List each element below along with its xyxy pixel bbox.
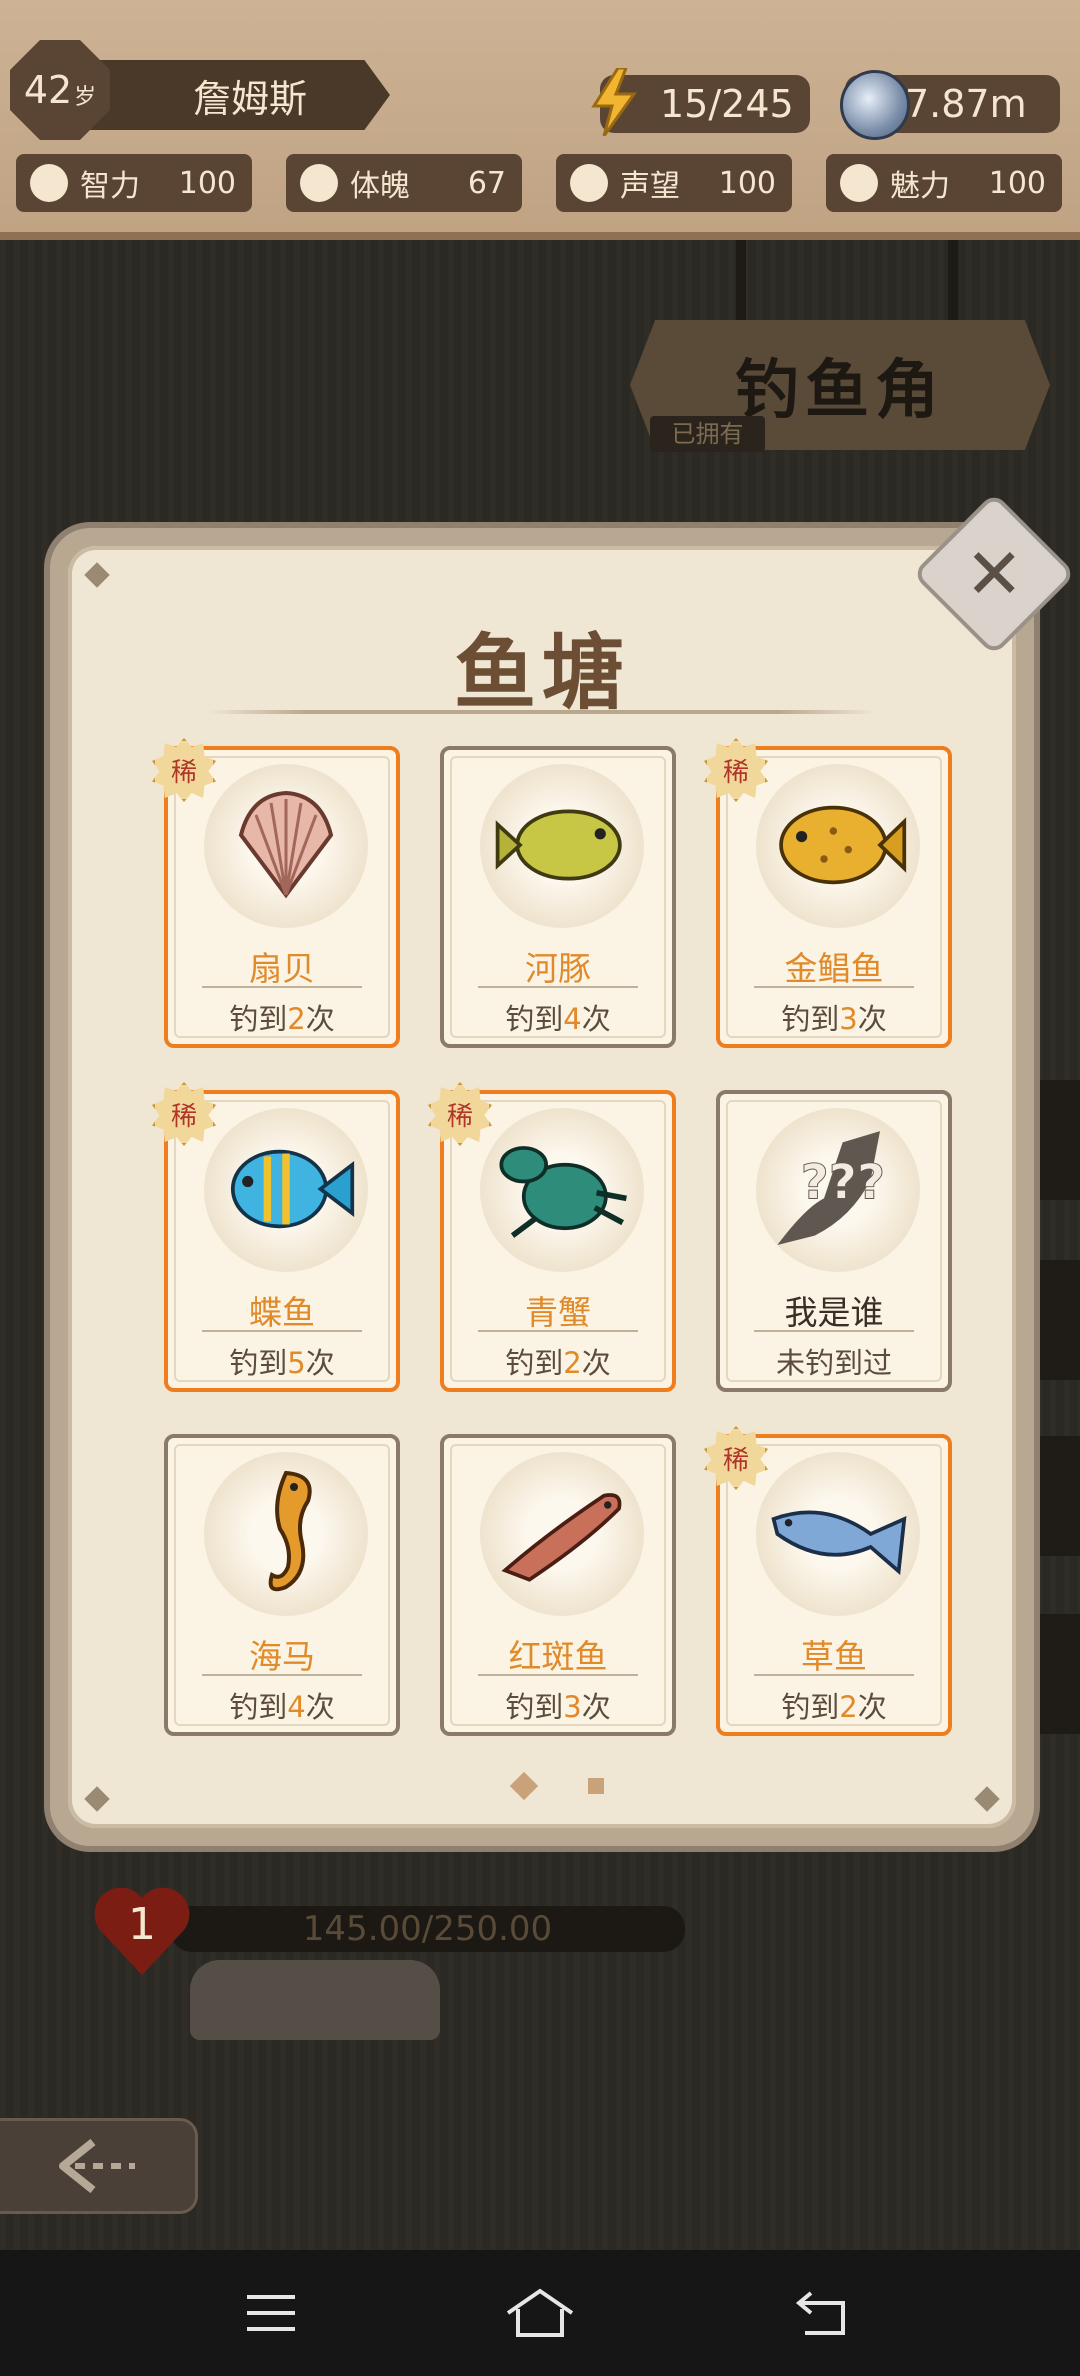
home-icon <box>506 2288 574 2337</box>
side-tab[interactable] <box>1034 1260 1080 1380</box>
age-badge: 42 岁 <box>10 40 110 140</box>
fish-card-seahorse[interactable]: 海马 钓到4次 <box>164 1434 400 1736</box>
catch-count: 钓到2次 <box>229 1002 335 1036</box>
health-text: 145.00/250.00 <box>302 1909 553 1949</box>
fish-card-golden-pomfret[interactable]: 稀 金鲳鱼 钓到3次 <box>704 738 952 1048</box>
page-indicator <box>68 1771 1016 1801</box>
stat-label: 声望 <box>620 169 680 204</box>
back-arrow-icon <box>58 2138 135 2194</box>
fish-card-grass-carp[interactable]: 稀 草鱼 钓到2次 <box>704 1426 952 1736</box>
page-dot-active[interactable] <box>509 1771 539 1801</box>
modal-title: 鱼塘 <box>453 625 630 721</box>
coin-icon <box>840 70 910 140</box>
muscle-icon <box>300 164 338 202</box>
stat-value: 100 <box>178 165 236 201</box>
modal-panel: 鱼塘 稀 扇贝 钓到2次 河豚 钓到4次 稀 金鲳鱼 钓到3次 稀 蝶鱼 钓到5… <box>68 546 1016 1828</box>
lightning-icon <box>591 68 637 136</box>
fish-card-unknown[interactable]: ??? 我是谁 未钓到过 <box>716 1090 952 1392</box>
fish-name: 我是谁 <box>784 1293 884 1332</box>
age-unit: 岁 <box>74 85 97 110</box>
menu-button[interactable] <box>226 2278 316 2348</box>
spotted-fish-icon <box>492 1468 632 1598</box>
home-button[interactable] <box>495 2278 585 2348</box>
catch-count: 钓到4次 <box>229 1690 335 1724</box>
location-title: 钓鱼角 <box>735 354 945 428</box>
stat-physique[interactable]: 体魄 67 <box>286 154 522 212</box>
catch-count: 钓到5次 <box>229 1346 335 1380</box>
stat-label: 魅力 <box>890 169 950 204</box>
fish-name: 草鱼 <box>801 1637 867 1676</box>
scallop-icon <box>216 780 356 910</box>
fish-name: 青蟹 <box>525 1293 591 1332</box>
fish-card-crab[interactable]: 稀 青蟹 钓到2次 <box>428 1082 676 1392</box>
fish-pond-modal: 鱼塘 稀 扇贝 钓到2次 河豚 钓到4次 稀 金鲳鱼 钓到3次 稀 蝶鱼 钓到5… <box>50 528 1034 1846</box>
system-back-button[interactable] <box>778 2278 868 2348</box>
energy-value: 15/245 <box>660 82 794 126</box>
return-icon <box>795 2291 845 2335</box>
stat-value: 100 <box>718 165 776 201</box>
unknown-fish-icon: ??? <box>768 1124 908 1254</box>
svg-text:???: ??? <box>801 1154 885 1210</box>
angelfish-icon <box>216 1124 356 1254</box>
stat-label: 体魄 <box>350 169 410 204</box>
seahorse-icon <box>216 1468 356 1598</box>
fish-card-angelfish[interactable]: 稀 蝶鱼 钓到5次 <box>152 1082 400 1392</box>
fish-card-spotted-fish[interactable]: 红斑鱼 钓到3次 <box>440 1434 676 1736</box>
player-name: 詹姆斯 <box>192 76 307 121</box>
grass-carp-icon <box>768 1468 908 1598</box>
stat-intelligence[interactable]: 智力 100 <box>16 154 252 212</box>
fish-name: 蝶鱼 <box>249 1293 315 1332</box>
age-value: 42 <box>23 68 73 112</box>
menu-icon <box>247 2295 295 2331</box>
stat-value: 67 <box>467 165 506 201</box>
back-button[interactable] <box>0 2118 198 2214</box>
corner-ornament <box>84 562 110 588</box>
fish-card-pufferfish[interactable]: 河豚 钓到4次 <box>440 746 676 1048</box>
side-tab[interactable] <box>1034 1614 1080 1734</box>
page-dot[interactable] <box>588 1778 604 1794</box>
title-divider <box>208 710 876 714</box>
close-icon: ✕ <box>964 533 1024 615</box>
side-tab[interactable] <box>1034 1080 1080 1200</box>
fish-name: 河豚 <box>525 949 591 988</box>
catch-status: 未钓到过 <box>775 1346 892 1380</box>
brain-icon <box>30 164 68 202</box>
catch-count: 钓到3次 <box>781 1002 887 1036</box>
player-name-plate[interactable]: 詹姆斯 <box>70 60 390 130</box>
fish-name: 扇贝 <box>249 949 315 988</box>
crab-icon <box>492 1124 632 1254</box>
stat-label: 智力 <box>80 169 140 204</box>
fish-card-scallop[interactable]: 稀 扇贝 钓到2次 <box>152 738 400 1048</box>
catch-count: 钓到2次 <box>505 1346 611 1380</box>
fish-name: 海马 <box>249 1637 315 1676</box>
crossed-tools-icon <box>570 164 608 202</box>
catch-count: 钓到3次 <box>505 1690 611 1724</box>
golden-pomfret-icon <box>768 780 908 910</box>
coin-value: 7.87m <box>905 82 1027 126</box>
stat-charm[interactable]: 魅力 100 <box>826 154 1062 212</box>
top-status-bar: 詹姆斯 42 岁 15/245 7.87m 智力 100 体魄 67 声望 10… <box>0 0 1080 240</box>
fish-name: 红斑鱼 <box>508 1637 608 1676</box>
owned-label: 已拥有 <box>650 416 765 452</box>
pufferfish-icon <box>492 780 632 910</box>
catch-count: 钓到2次 <box>781 1690 887 1724</box>
catch-count: 钓到4次 <box>505 1002 611 1036</box>
side-tab[interactable] <box>1034 1436 1080 1556</box>
heartbeat-icon <box>840 164 878 202</box>
fish-name: 金鲳鱼 <box>784 949 884 988</box>
stat-reputation[interactable]: 声望 100 <box>556 154 792 212</box>
system-navigation-bar <box>0 2250 1080 2376</box>
stat-value: 100 <box>988 165 1046 201</box>
health-bar: 145.00/250.00 <box>170 1906 685 1952</box>
character-boot <box>190 1960 440 2040</box>
health-level: 1 <box>128 1898 156 1950</box>
